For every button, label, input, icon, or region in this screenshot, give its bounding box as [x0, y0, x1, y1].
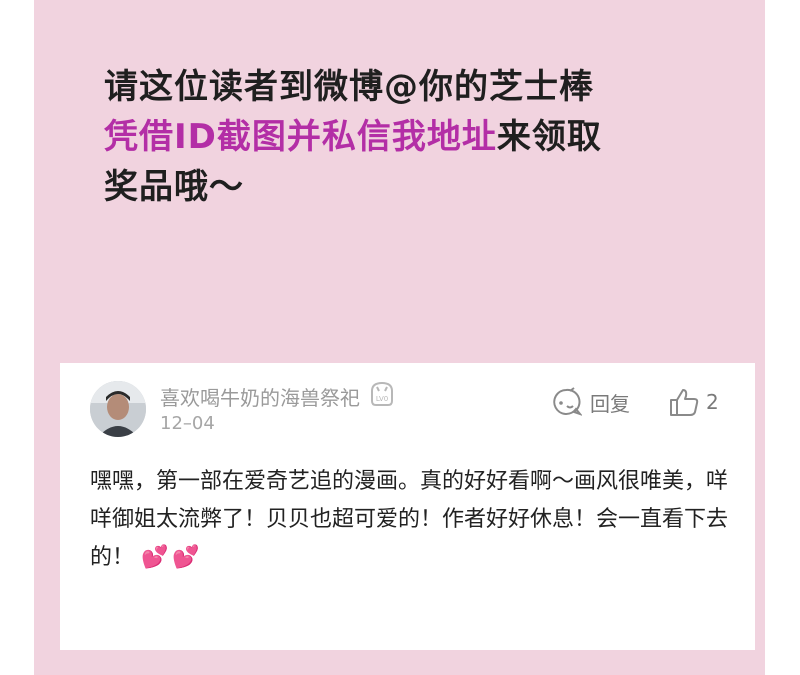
level-badge-icon: LV0	[368, 381, 396, 412]
announcement-line-3: 奖品哦～	[104, 167, 244, 207]
announcement-highlight: 凭借ID截图并私信我地址	[104, 117, 497, 157]
hearts-emoji: 💕💕	[141, 545, 204, 570]
reply-icon	[553, 387, 582, 416]
comment-date: 12–04	[160, 413, 215, 434]
announcement-line-2-rest: 来领取	[496, 117, 602, 157]
level-badge-text: LV0	[376, 395, 388, 403]
like-count: 2	[706, 390, 719, 414]
like-button[interactable]: 2	[668, 387, 719, 417]
reply-label: 回复	[590, 391, 630, 416]
announcement-line-2: 凭借ID截图并私信我地址来领取	[104, 112, 704, 162]
comment-card: 喜欢喝牛奶的海兽祭祀 LV0 12–04 回复 2 嘿嘿，第一部在爱奇艺追的漫画…	[60, 363, 755, 650]
thumbs-up-icon	[670, 389, 699, 416]
avatar[interactable]	[90, 381, 146, 437]
comment-body: 嘿嘿，第一部在爱奇艺追的漫画。真的好好看啊～画风很唯美，咩咩御姐太流弊了！贝贝也…	[90, 463, 740, 577]
avatar-photo-icon	[90, 381, 146, 437]
announcement-text: 请这位读者到微博@你的芝士棒 凭借ID截图并私信我地址来领取 奖品哦～	[104, 62, 704, 212]
comment-username[interactable]: 喜欢喝牛奶的海兽祭祀	[160, 382, 360, 411]
announcement-line-1: 请这位读者到微博@你的芝士棒	[104, 67, 594, 107]
reply-button[interactable]: 回复	[550, 387, 630, 417]
comment-username-row: 喜欢喝牛奶的海兽祭祀 LV0	[160, 381, 396, 412]
